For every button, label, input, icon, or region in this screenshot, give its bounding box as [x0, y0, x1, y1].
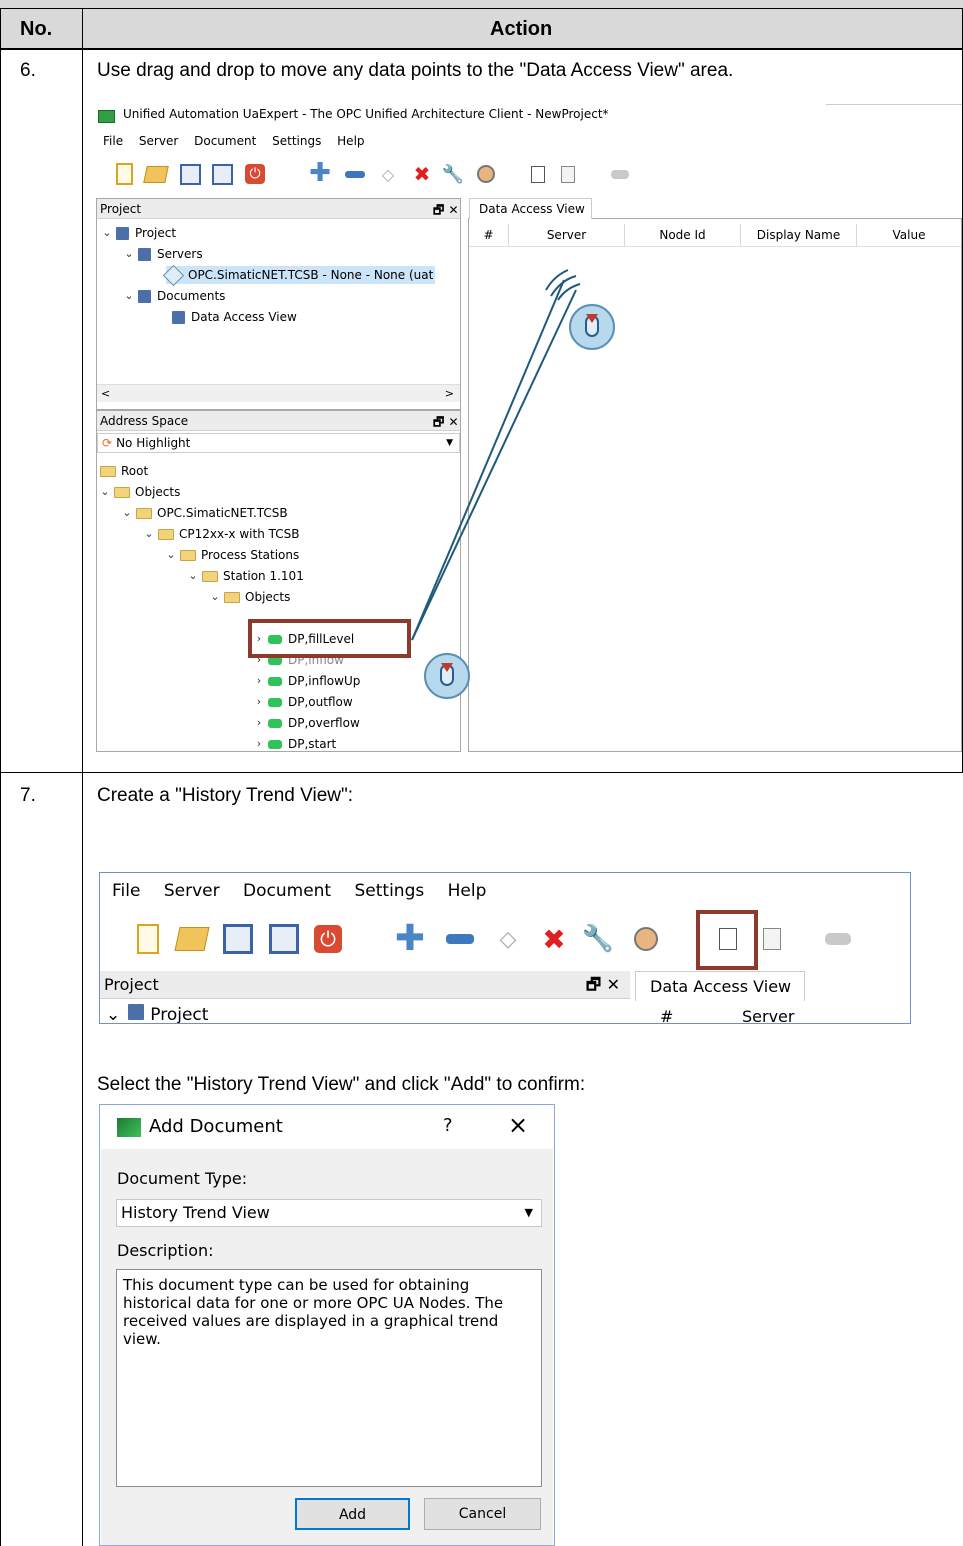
description-textbox: This document type can be used for obtai…: [116, 1269, 542, 1487]
dav-col-server-large[interactable]: Server: [742, 1007, 794, 1023]
uaexpert-window: Unified Automation UaExpert - The OPC Un…: [96, 100, 962, 760]
add-document-highlight-box: [696, 910, 758, 970]
add-document-dialog: Add Document ? × Document Type: History …: [99, 1104, 555, 1546]
remove-document-icon[interactable]: [752, 919, 792, 959]
chevron-down-icon: ▼: [524, 1206, 533, 1219]
dialog-help-button[interactable]: ?: [443, 1115, 453, 1136]
dialog-title: Add Document: [149, 1116, 283, 1137]
disconnect-icon[interactable]: ✖: [534, 919, 574, 959]
book-icon: [128, 1004, 145, 1020]
menu-server[interactable]: Server: [164, 881, 220, 901]
step7-select-instruction: Select the "History Trend View" and clic…: [97, 1074, 586, 1095]
uaexpert-toolbar-snippet: File Server Document Settings Help ⏻ ✚ ◇…: [99, 872, 911, 1024]
description-label: Description:: [117, 1241, 214, 1260]
step7-instruction: Create a "History Trend View":: [97, 785, 354, 806]
device-icon[interactable]: [818, 919, 858, 959]
drag-path-arrow: [411, 269, 581, 641]
tab-data-access-view-large[interactable]: Data Access View: [635, 971, 805, 1001]
menu-settings[interactable]: Settings: [355, 881, 425, 901]
table-border-row: [0, 772, 963, 773]
table-border-mid: [82, 8, 83, 1546]
mouse-drop-icon: [569, 304, 615, 350]
menu-bar-large: File Server Document Settings Help: [112, 881, 498, 901]
exit-icon[interactable]: ⏻: [308, 919, 348, 959]
settings-wrench-icon[interactable]: 🔧: [578, 919, 618, 959]
project-panel-title-large: Project 🗗 ✕: [100, 971, 630, 999]
add-button[interactable]: Add: [295, 1498, 410, 1530]
mouse-drag-icon: [424, 653, 470, 699]
save-project-icon[interactable]: [218, 919, 258, 959]
step6-number: 6.: [20, 60, 36, 81]
save-as-icon[interactable]: [264, 919, 304, 959]
menu-file[interactable]: File: [112, 881, 140, 901]
step6-instruction: Use drag and drop to move any data point…: [97, 60, 734, 81]
cancel-button[interactable]: Cancel: [424, 1498, 541, 1530]
col-no-header: No.: [20, 18, 53, 40]
dav-col-hash-large[interactable]: #: [660, 1007, 673, 1023]
doc-type-label: Document Type:: [117, 1169, 248, 1188]
table-border-left: [0, 8, 1, 1546]
table-border-top: [0, 8, 963, 9]
table-border-header: [0, 48, 963, 50]
dialog-close-button[interactable]: ×: [508, 1111, 528, 1139]
doc-type-select[interactable]: History Trend View ▼: [116, 1199, 542, 1227]
step7-number: 7.: [20, 785, 36, 806]
remove-server-icon[interactable]: [440, 919, 480, 959]
connect-icon[interactable]: ◇: [488, 919, 528, 959]
new-project-icon[interactable]: [128, 919, 168, 959]
col-action-header: Action: [490, 18, 553, 40]
open-project-icon[interactable]: [172, 919, 212, 959]
add-server-icon[interactable]: ✚: [390, 919, 430, 959]
tree-project-large[interactable]: ⌄ Project: [106, 1004, 208, 1023]
menu-document[interactable]: Document: [243, 881, 331, 901]
app-logo-icon: [117, 1118, 141, 1137]
user-icon[interactable]: [626, 919, 666, 959]
menu-help[interactable]: Help: [448, 881, 487, 901]
